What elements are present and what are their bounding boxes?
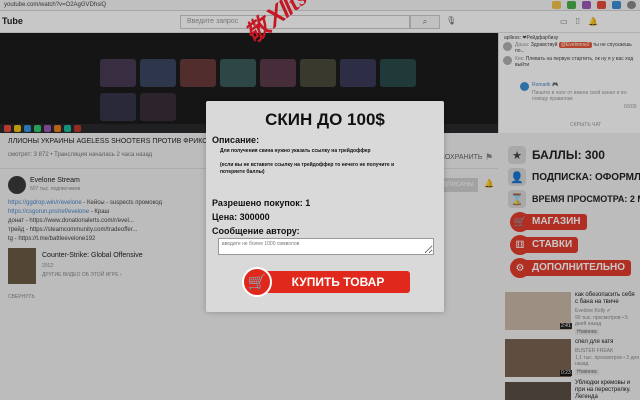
message-to-author-input[interactable]: [218, 238, 434, 255]
description-heading: Описание:: [212, 135, 260, 145]
price-label: Цена: 300000: [212, 212, 270, 222]
purchases-allowed: Разрешено покупок: 1: [212, 198, 311, 208]
buy-button[interactable]: 🛒 КУПИТЬ ТОВАР: [242, 267, 410, 297]
buy-label: КУПИТЬ ТОВАР: [266, 271, 410, 293]
description-text: Для получения скина нужно указать ссылку…: [220, 148, 371, 154]
purchase-modal: СКИН ДО 100$ Описание: Для получения ски…: [206, 101, 444, 312]
modal-title: СКИН ДО 100$: [265, 110, 385, 129]
description-warning: (если вы не вставите ссылку на трейдоффе…: [220, 162, 395, 175]
cart-icon: 🛒: [242, 267, 272, 297]
message-label: Сообщение автору:: [212, 226, 300, 236]
